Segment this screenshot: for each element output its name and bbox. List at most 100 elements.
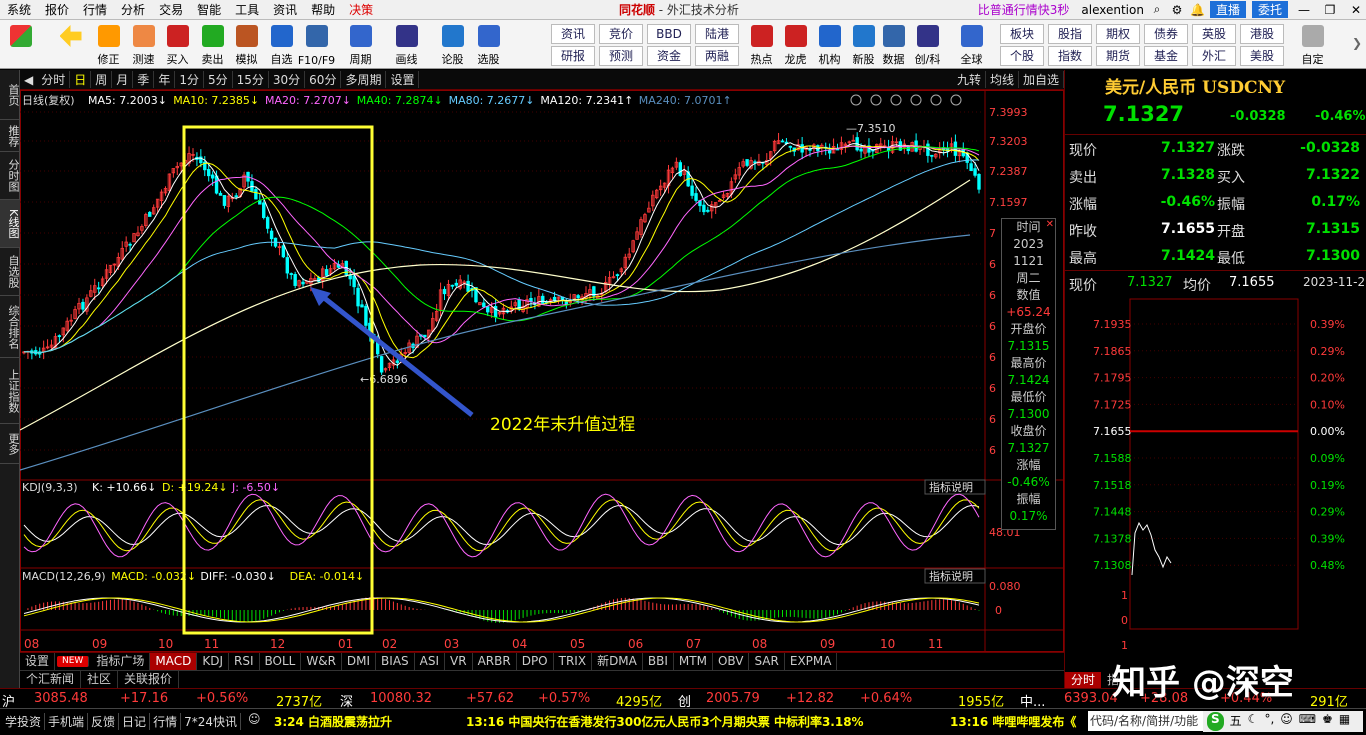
toolbar-button-data[interactable]: 数据 bbox=[877, 22, 910, 67]
menu-item[interactable]: 系统 bbox=[0, 1, 38, 18]
menu-item[interactable]: 决策 bbox=[342, 1, 380, 18]
chart-tool-button[interactable]: 均线 bbox=[986, 71, 1019, 88]
toolbar-market-link[interactable]: 指数 bbox=[1048, 46, 1092, 66]
toolbar-button-star[interactable]: 自选 bbox=[265, 22, 298, 67]
undo-icon[interactable] bbox=[890, 94, 902, 106]
chart-tool-button[interactable]: 九转 bbox=[953, 71, 986, 88]
indicator-tab[interactable]: EXPMA bbox=[785, 653, 838, 670]
period-tab[interactable]: 5分 bbox=[204, 71, 233, 88]
sidebar-item[interactable]: 推荐 bbox=[0, 120, 20, 152]
toolbar-button-discuss[interactable]: 论股 bbox=[436, 22, 469, 67]
toolbar-button-sell[interactable]: 卖出 bbox=[196, 22, 229, 67]
bottom-tab[interactable]: 关联报价 bbox=[118, 671, 180, 688]
minimize-icon[interactable]: — bbox=[1294, 3, 1314, 17]
period-tab[interactable]: 多周期 bbox=[341, 71, 387, 88]
toolbar-button-fix[interactable]: 修正 bbox=[92, 22, 125, 67]
sidebar-item[interactable]: 上证指数 bbox=[0, 358, 20, 424]
sidebar-item[interactable]: 首页 bbox=[0, 70, 20, 120]
toolbar-button-period[interactable]: 周期 bbox=[344, 22, 377, 67]
indicator-tab[interactable]: TRIX bbox=[554, 653, 593, 670]
indicator-tab[interactable]: BIAS bbox=[376, 653, 415, 670]
toolbar-button-institution[interactable]: 机构 bbox=[813, 22, 846, 67]
indicator-tab[interactable]: VR bbox=[445, 653, 473, 670]
search-icon[interactable]: ⌕ bbox=[1150, 2, 1164, 17]
kline-chart[interactable]: —7.3510 ←6.6896 KDJ(9,3,3) K: +10.66↓ D: +1… bbox=[20, 90, 1064, 652]
news-left-link[interactable]: 反馈 bbox=[88, 713, 120, 730]
menu-item[interactable]: 交易 bbox=[152, 1, 190, 18]
toolbar-button-back[interactable] bbox=[54, 22, 87, 67]
close-icon[interactable]: ✕ bbox=[1346, 3, 1366, 17]
toolbar-button-pick[interactable]: 选股 bbox=[472, 22, 505, 67]
toolbar-expand-icon[interactable]: ❯ bbox=[1352, 36, 1362, 50]
period-tab[interactable]: 60分 bbox=[305, 71, 342, 88]
toolbar-market-link[interactable]: 美股 bbox=[1240, 46, 1284, 66]
toolbar-button-innovation[interactable]: 创/科 bbox=[911, 22, 944, 67]
toolbar-market-link[interactable]: 个股 bbox=[1000, 46, 1044, 66]
menu-item[interactable]: 分析 bbox=[114, 1, 152, 18]
news-left-link[interactable]: 行情 bbox=[150, 713, 182, 730]
hand-icon[interactable] bbox=[870, 94, 882, 106]
zoom-in-icon[interactable] bbox=[930, 94, 942, 106]
toolbar-market-link[interactable]: 基金 bbox=[1144, 46, 1188, 66]
indicator-tab[interactable]: RSI bbox=[229, 653, 260, 670]
search-box[interactable]: 代码/名称/简拼/功能 bbox=[1088, 711, 1203, 731]
settings-icon[interactable]: ⚙ bbox=[1170, 3, 1184, 17]
mini-tab[interactable]: 分时 bbox=[1065, 672, 1102, 688]
bottom-tab[interactable]: 社区 bbox=[81, 671, 119, 688]
entrust-button[interactable]: 委托 bbox=[1251, 1, 1288, 18]
period-tab[interactable]: 1分 bbox=[175, 71, 204, 88]
toolbar-link[interactable]: BBD bbox=[647, 24, 691, 44]
period-tab[interactable]: 15分 bbox=[233, 71, 269, 88]
toolbar-button-f10[interactable]: F10/F9 bbox=[298, 22, 335, 67]
sidebar-item[interactable]: 更多 bbox=[0, 424, 20, 464]
ime-bar[interactable]: S 五 ☾ °, ☺ ⌨ ♚ ▦ bbox=[1203, 711, 1363, 732]
toolbar-market-link[interactable]: 债券 bbox=[1144, 24, 1188, 44]
toolbar-market-link[interactable]: 股指 bbox=[1048, 24, 1092, 44]
toolbar-market-link[interactable]: 港股 bbox=[1240, 24, 1284, 44]
indicator-tab[interactable]: DPO bbox=[517, 653, 554, 670]
news-item-1[interactable]: 3:24 白酒股震荡拉升 bbox=[274, 713, 392, 730]
toolbar-button-pen[interactable]: 画线 bbox=[390, 22, 423, 67]
toolbar-link[interactable]: 两融 bbox=[695, 46, 739, 66]
indicator-tab[interactable]: SAR bbox=[749, 653, 785, 670]
toolbar-link[interactable]: 研报 bbox=[551, 46, 595, 66]
period-tab[interactable]: 周 bbox=[91, 71, 113, 88]
news-left-link[interactable]: 日记 bbox=[119, 713, 151, 730]
news-left-link[interactable]: 手机端 bbox=[45, 713, 89, 730]
eye-icon[interactable] bbox=[850, 94, 862, 106]
menu-item[interactable]: 行情 bbox=[76, 1, 114, 18]
indicator-tab[interactable]: NEW bbox=[57, 656, 90, 667]
redo-icon[interactable] bbox=[910, 94, 922, 106]
period-tab[interactable]: 季 bbox=[133, 71, 155, 88]
toolbar-button-newstock[interactable]: 新股 bbox=[847, 22, 880, 67]
bottom-tab[interactable]: 个汇新闻 bbox=[20, 671, 82, 688]
restore-icon[interactable]: ❐ bbox=[1320, 3, 1340, 17]
toolbar-market-link[interactable]: 板块 bbox=[1000, 24, 1044, 44]
toolbar-link[interactable]: 资讯 bbox=[551, 24, 595, 44]
close-info-icon[interactable]: ✕ bbox=[1046, 219, 1054, 230]
indicator-tab[interactable]: 设置 bbox=[20, 653, 56, 670]
menu-item[interactable]: 智能 bbox=[190, 1, 228, 18]
indicator-tab[interactable]: BBI bbox=[643, 653, 674, 670]
toolbar-market-link[interactable]: 外汇 bbox=[1192, 46, 1236, 66]
toolbar-button-windows[interactable] bbox=[4, 22, 37, 67]
period-tab[interactable]: 日 bbox=[70, 71, 92, 88]
promo-link[interactable]: 比普通行情快3秒 bbox=[978, 1, 1070, 18]
indicator-tab[interactable]: 指标广场 bbox=[91, 653, 151, 670]
sidebar-item[interactable]: K线图 bbox=[0, 200, 20, 248]
intraday-mini-chart[interactable]: 7.1935 0.39% 7.1865 0.29% 7.1795 0.20% 7.1725 0… bbox=[1065, 295, 1366, 665]
period-tab[interactable]: 设置 bbox=[386, 71, 420, 88]
toolbar-link[interactable]: 竞价 bbox=[599, 24, 643, 44]
sidebar-item[interactable]: 综合排名 bbox=[0, 296, 20, 358]
left-arrow-icon[interactable]: ◀ bbox=[20, 73, 37, 87]
news-item-3[interactable]: 13:16 哔哩哔哩发布《 bbox=[950, 713, 1076, 730]
toolbar-button-custom[interactable]: 自定 bbox=[1296, 22, 1329, 67]
indicator-tab[interactable]: MACD bbox=[150, 653, 198, 670]
toolbar-market-link[interactable]: 期货 bbox=[1096, 46, 1140, 66]
indicator-tab[interactable]: DMI bbox=[342, 653, 377, 670]
user-name[interactable]: alexention bbox=[1081, 3, 1144, 17]
indicator-tab[interactable]: OBV bbox=[713, 653, 750, 670]
chart-tool-button[interactable]: 加自选 bbox=[1019, 71, 1064, 88]
robot-icon[interactable]: ☺ bbox=[248, 712, 261, 726]
indicator-tab[interactable]: KDJ bbox=[197, 653, 229, 670]
